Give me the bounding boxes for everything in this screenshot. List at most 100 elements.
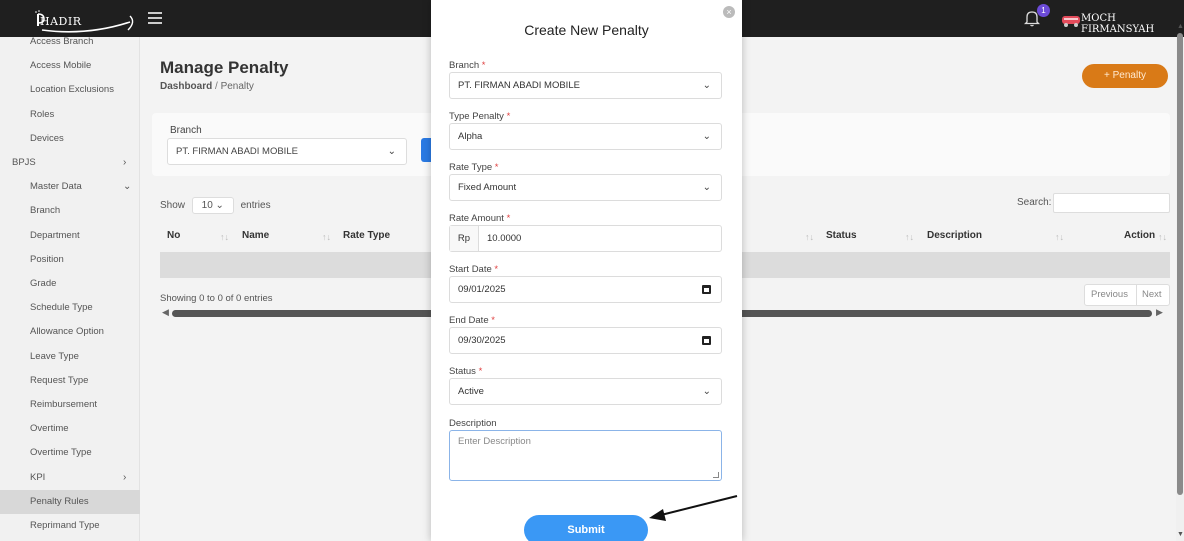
rate-amount-input[interactable]: Rp 10.0000 [449, 225, 722, 252]
scroll-left-icon[interactable]: ◀ [162, 307, 169, 318]
rate-type-select[interactable]: Fixed Amount ⌄ [449, 174, 722, 201]
sidebar-item-label: BPJS [12, 157, 36, 168]
page-title: Manage Penalty [160, 58, 289, 77]
scroll-right-icon[interactable]: ▶ [1156, 307, 1163, 318]
add-penalty-button[interactable]: + Penalty [1082, 64, 1168, 88]
sidebar-item-label: Leave Type [30, 350, 79, 362]
chevron-down-icon: ⌄ [702, 80, 711, 91]
sidebar-item[interactable]: Overtime Type [0, 441, 140, 465]
type-penalty-select[interactable]: Alpha ⌄ [449, 123, 722, 150]
sidebar-item[interactable]: Roles [0, 103, 140, 127]
chevron-down-icon: ⌄ [387, 146, 396, 157]
sidebar-item-label: Reimbursement [30, 399, 98, 410]
resize-handle-icon[interactable] [713, 472, 719, 478]
chevron-right-icon: › [123, 157, 127, 168]
app-logo[interactable]: HADIR [22, 6, 134, 33]
description-textarea[interactable]: Enter Description [449, 430, 722, 481]
sidebar-item-label: Branch [30, 205, 61, 217]
menu-toggle-icon[interactable] [148, 12, 162, 24]
description-label: Description [449, 418, 497, 429]
column-header-status[interactable]: Status [826, 230, 857, 241]
start-date-label: Start Date * [449, 264, 499, 275]
sidebar-item[interactable]: Master Data ⌄ [0, 175, 140, 199]
sidebar-item[interactable]: Overtime [0, 417, 140, 441]
sidebar-item[interactable]: Schedule Type [0, 296, 140, 320]
sidebar-item[interactable]: Access Branch [0, 30, 140, 54]
branch-label: Branch * [449, 60, 486, 71]
user-name[interactable]: MOCH FIRMANSYAH [1081, 13, 1184, 35]
modal-title: Create New Penalty [524, 22, 649, 38]
search-input[interactable] [1053, 193, 1170, 213]
sidebar-item[interactable]: Branch [0, 199, 140, 223]
rate-type-value: Fixed Amount [458, 182, 517, 193]
sidebar-item-label: Location Exclusions [30, 84, 114, 96]
status-select[interactable]: Active ⌄ [449, 378, 722, 405]
sidebar-item-label: Position [30, 253, 64, 265]
breadcrumb-home[interactable]: Dashboard [160, 81, 212, 92]
column-header-no[interactable]: No [167, 230, 180, 241]
scroll-down-icon[interactable]: ▼ [1177, 531, 1184, 538]
sort-icon: ↑↓ [805, 232, 814, 242]
sidebar-item-label: Roles [30, 108, 55, 120]
sidebar-item[interactable]: Position [0, 248, 140, 272]
sort-icon: ↑↓ [905, 232, 914, 242]
entries-length-select[interactable]: 10 ⌄ [191, 197, 234, 214]
sidebar-item-label: Devices [30, 132, 64, 144]
branch-select[interactable]: PT. FIRMAN ABADI MOBILE ⌄ [449, 72, 722, 99]
currency-prefix: Rp [450, 226, 479, 251]
sort-icon: ↑↓ [322, 232, 331, 242]
logo-text: HADIR [40, 15, 82, 28]
sort-icon: ↑↓ [1158, 232, 1167, 242]
sidebar-item-label: Grade [30, 278, 57, 289]
scroll-up-icon[interactable]: ▲ [1177, 23, 1184, 30]
chevron-down-icon: ⌄ [702, 131, 711, 142]
previous-button[interactable]: Previous [1091, 285, 1128, 305]
start-date-value: 09/01/2025 [458, 284, 506, 295]
column-header-description[interactable]: Description [927, 230, 982, 241]
annotation-arrow-icon [649, 495, 738, 521]
sidebar-item-label: Overtime [30, 423, 69, 435]
branch-value: PT. FIRMAN ABADI MOBILE [458, 80, 580, 91]
user-avatar-icon[interactable] [1061, 12, 1081, 28]
sidebar-item[interactable]: Department [0, 224, 140, 248]
vertical-scrollbar-thumb[interactable] [1177, 33, 1183, 495]
calendar-icon[interactable] [702, 336, 711, 345]
sidebar-item[interactable]: Reimbursement [0, 393, 140, 417]
filter-branch-select[interactable]: PT. FIRMAN ABADI MOBILE ⌄ [167, 138, 407, 165]
show-label: Show [160, 200, 186, 211]
sidebar-item-label: Master Data [30, 181, 82, 193]
sidebar-item-label: KPI [30, 471, 46, 483]
sidebar: Access Branch Access Mobile Location Exclu… [0, 36, 140, 541]
sidebar-item[interactable]: Allowance Option [0, 320, 140, 344]
sidebar-item-label: Penalty Rules [30, 495, 89, 507]
status-label: Status * [449, 366, 483, 377]
start-date-input[interactable]: 09/01/2025 [449, 276, 722, 303]
next-button[interactable]: Next [1142, 285, 1162, 305]
filter-apply-button[interactable] [421, 138, 431, 162]
close-icon[interactable]: × [723, 6, 735, 18]
sidebar-item[interactable]: Request Type [0, 369, 140, 393]
entries-length-value: 10 [201, 200, 213, 211]
sidebar-item[interactable]: Grade [0, 272, 140, 296]
sidebar-item[interactable]: Penalty Rules [0, 489, 140, 514]
column-header-name[interactable]: Name [242, 230, 269, 241]
sidebar-item[interactable]: Reprimand Type [0, 514, 140, 538]
chevron-down-icon: ⌄ [702, 386, 711, 397]
sidebar-item[interactable]: Devices [0, 127, 140, 151]
type-penalty-value: Alpha [458, 131, 483, 142]
rate-type-label: Rate Type * [449, 162, 499, 173]
status-value: Active [458, 386, 484, 397]
submit-button[interactable]: Submit [524, 515, 648, 541]
calendar-icon[interactable] [702, 285, 711, 294]
rate-amount-label: Rate Amount * [449, 213, 511, 224]
sidebar-item[interactable]: Access Mobile [0, 54, 140, 78]
chevron-right-icon: › [123, 471, 127, 483]
search-label: Search: [1017, 197, 1052, 208]
column-header-action[interactable]: Action [1124, 230, 1155, 241]
end-date-input[interactable]: 09/30/2025 [449, 327, 722, 354]
column-header-rate-type[interactable]: Rate Type [343, 230, 390, 241]
sidebar-item[interactable]: Location Exclusions [0, 78, 140, 102]
sidebar-item[interactable]: KPI › [0, 466, 140, 490]
sidebar-item[interactable]: Leave Type [0, 345, 140, 369]
sidebar-item[interactable]: BPJS › [0, 151, 140, 175]
